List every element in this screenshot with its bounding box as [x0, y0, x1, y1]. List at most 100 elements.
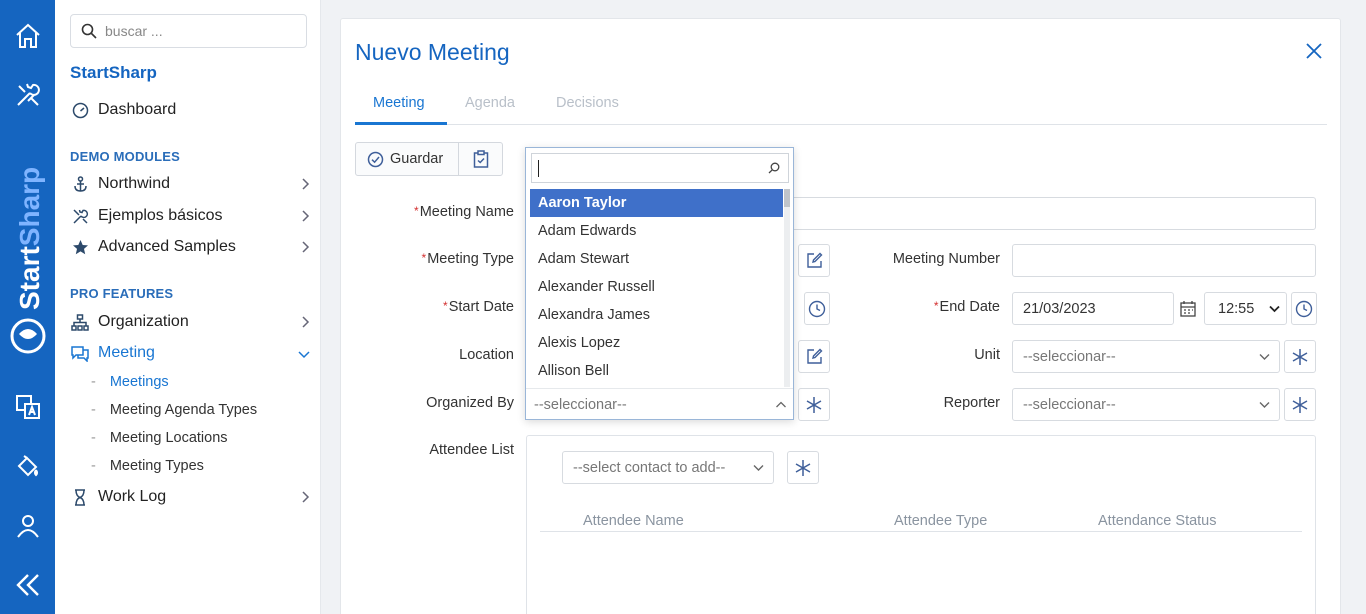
chat-icon — [70, 343, 90, 363]
tab-decisions[interactable]: Decisions — [556, 95, 619, 111]
tab-meeting[interactable]: Meeting — [373, 95, 425, 111]
column-attendance-status[interactable]: Attendance Status — [1098, 513, 1217, 529]
sidebar-subitem-meeting-locations[interactable]: - Meeting Locations — [91, 430, 228, 446]
text-cursor — [538, 159, 539, 177]
organized-by-inplace-add-button[interactable] — [798, 388, 830, 421]
sidebar-subitem-meeting-types[interactable]: - Meeting Types — [91, 458, 204, 474]
select-contact-dropdown[interactable]: --select contact to add-- — [562, 451, 774, 484]
meeting-number-input[interactable] — [1012, 244, 1316, 277]
add-contact-button[interactable] — [787, 451, 819, 484]
edit-location-button[interactable] — [798, 340, 830, 373]
end-date-input[interactable]: 21/03/2023 — [1012, 292, 1174, 325]
dropdown-option[interactable]: Alexandra James — [530, 301, 783, 329]
sidebar-item-advanced-samples[interactable]: Advanced Samples — [70, 235, 310, 259]
organized-by-label: Organized By — [426, 395, 514, 411]
edit-icon — [806, 252, 822, 268]
save-button[interactable]: Guardar — [355, 142, 459, 176]
start-time-clock-button[interactable] — [804, 292, 830, 325]
chevron-right-icon — [300, 177, 310, 195]
dropdown-option[interactable]: Aaron Taylor — [530, 189, 783, 217]
dialog-tabs: Meeting Agenda Decisions — [355, 91, 1327, 125]
chevron-right-icon — [300, 490, 310, 508]
chevron-down-icon — [753, 465, 764, 471]
tools-icon[interactable] — [12, 79, 43, 110]
translate-icon[interactable] — [12, 391, 43, 422]
gauge-icon — [70, 100, 90, 120]
anchor-icon — [70, 174, 90, 194]
chevron-down-icon — [1259, 354, 1270, 360]
sidebar-item-label: Meeting — [98, 344, 155, 361]
sidebar-item-dashboard[interactable]: Dashboard — [70, 98, 310, 122]
sidebar-item-label: Work Log — [98, 488, 167, 505]
clock-icon — [808, 300, 826, 317]
sidebar-item-organization[interactable]: Organization — [70, 310, 310, 334]
unit-inplace-add-button[interactable] — [1284, 340, 1316, 373]
chevron-right-icon — [300, 209, 310, 227]
clock-icon — [1295, 300, 1313, 317]
sidebar-subitem-meetings[interactable]: - Meetings — [91, 374, 169, 390]
end-time-clock-button[interactable] — [1291, 292, 1317, 325]
reporter-inplace-add-button[interactable] — [1284, 388, 1316, 421]
meeting-number-label: Meeting Number — [892, 251, 1000, 267]
tab-agenda[interactable]: Agenda — [465, 95, 515, 111]
edit-meeting-type-button[interactable] — [798, 244, 830, 277]
icon-rail: StartSharp — [0, 0, 55, 614]
paint-bucket-icon[interactable] — [12, 450, 43, 481]
dropdown-option[interactable]: Allison Bell — [530, 357, 783, 385]
meeting-name-label: *Meeting Name — [414, 204, 514, 220]
chevron-right-icon — [300, 315, 310, 333]
dropdown-option[interactable]: Alexander Russell — [530, 273, 783, 301]
new-meeting-dialog: Nuevo Meeting Meeting Agenda Decisions G… — [340, 18, 1341, 614]
end-time-select[interactable]: 12:55 — [1204, 292, 1287, 325]
section-demo-modules: DEMO MODULES — [70, 149, 181, 164]
dropdown-search-input[interactable] — [531, 153, 789, 183]
wrench-icon — [70, 206, 90, 226]
org-chart-icon — [70, 312, 90, 332]
location-label: Location — [459, 347, 514, 363]
chevron-down-icon — [1259, 402, 1270, 408]
apply-changes-button[interactable] — [458, 142, 503, 176]
home-icon[interactable] — [12, 20, 43, 51]
search-icon — [81, 23, 97, 39]
calendar-icon[interactable] — [1180, 300, 1196, 320]
sidebar-subitem-meeting-agenda-types[interactable]: - Meeting Agenda Types — [91, 402, 257, 418]
sidebar-item-ejemplos[interactable]: Ejemplos básicos — [70, 204, 310, 228]
sidebar-item-label: Northwind — [98, 175, 171, 192]
search-icon — [768, 162, 780, 174]
sidebar-item-meeting[interactable]: Meeting — [70, 341, 310, 365]
dropdown-option[interactable]: Alexis Lopez — [530, 329, 783, 357]
sidebar-item-northwind[interactable]: Northwind — [70, 172, 310, 196]
sidebar-item-label: Organization — [98, 313, 189, 330]
user-icon[interactable] — [12, 510, 43, 541]
scrollbar-thumb[interactable] — [784, 189, 790, 207]
sidebar-item-label: Ejemplos básicos — [98, 207, 223, 224]
reporter-label: Reporter — [943, 395, 1000, 411]
reporter-select[interactable]: --seleccionar-- — [1012, 388, 1280, 421]
active-tab-indicator — [355, 122, 447, 125]
table-header-divider — [540, 531, 1302, 532]
sidebar-search[interactable] — [70, 14, 307, 48]
dropdown-option[interactable]: Adam Edwards — [530, 217, 783, 245]
sidebar-item-label: Advanced Samples — [98, 238, 236, 255]
sidebar-item-work-log[interactable]: Work Log — [70, 485, 310, 509]
asterisk-icon — [1292, 396, 1308, 413]
chevron-down-icon — [1269, 305, 1280, 313]
attendee-list-editor: --select contact to add-- Attendee Name … — [526, 435, 1316, 614]
close-icon[interactable] — [1304, 41, 1324, 61]
unit-select[interactable]: --seleccionar-- — [1012, 340, 1280, 373]
check-circle-icon — [367, 151, 384, 167]
end-date-label: *End Date — [933, 299, 1000, 315]
edit-icon — [806, 348, 822, 364]
dropdown-options: Aaron Taylor Adam Edwards Adam Stewart Alex… — [530, 189, 783, 385]
column-attendee-name[interactable]: Attendee Name — [583, 513, 684, 529]
dropdown-option[interactable]: Adam Stewart — [530, 245, 783, 273]
organized-by-select[interactable]: --seleccionar-- — [526, 388, 793, 420]
dropdown-scrollbar[interactable] — [784, 189, 790, 387]
meeting-type-label: *Meeting Type — [421, 251, 514, 267]
collapse-icon[interactable] — [12, 569, 43, 600]
organized-by-dropdown: Aaron Taylor Adam Edwards Adam Stewart Alex… — [525, 147, 794, 420]
search-input[interactable] — [105, 23, 285, 39]
sidebar-item-label: Dashboard — [98, 101, 177, 118]
column-attendee-type[interactable]: Attendee Type — [894, 513, 987, 529]
app-title: StartSharp — [70, 63, 157, 82]
